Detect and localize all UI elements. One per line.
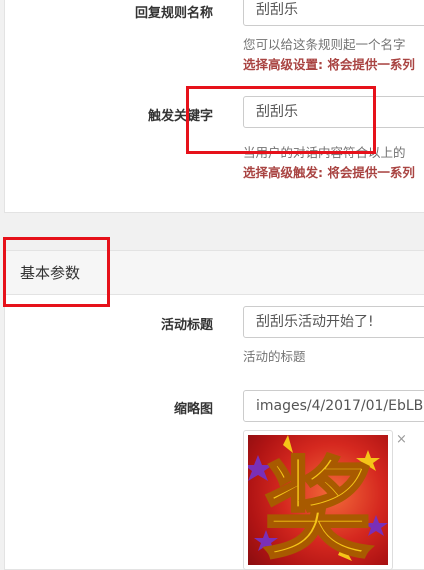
trigger-keyword-advanced-link[interactable]: 选择高级触发: 将会提供一系列 — [243, 162, 415, 181]
prize-image-art: 奖 — [248, 435, 388, 565]
highlight-box-keyword — [186, 86, 376, 154]
rule-name-input[interactable]: 刮刮乐 — [243, 0, 424, 26]
activity-title-help: 活动的标题 — [243, 349, 306, 364]
rule-name-label: 回复规则名称 — [134, 6, 213, 21]
rule-name-advanced-link[interactable]: 选择高级设置: 将会提供一系列 — [243, 54, 415, 73]
thumbnail-image: 奖 — [248, 435, 388, 565]
remove-thumbnail-icon[interactable]: × — [396, 432, 407, 447]
thumbnail-preview: 奖 — [243, 430, 393, 570]
highlight-box-basic-params — [3, 237, 110, 307]
activity-title-input[interactable]: 刮刮乐活动开始了! — [243, 306, 424, 338]
rule-name-help: 您可以给这条规则起一个名字 — [243, 37, 406, 52]
prize-character: 奖 — [264, 448, 372, 565]
thumbnail-label: 缩略图 — [173, 402, 213, 417]
activity-title-label: 活动标题 — [160, 318, 213, 333]
thumbnail-path-input[interactable]: images/4/2017/01/EbLB3n — [243, 390, 424, 422]
